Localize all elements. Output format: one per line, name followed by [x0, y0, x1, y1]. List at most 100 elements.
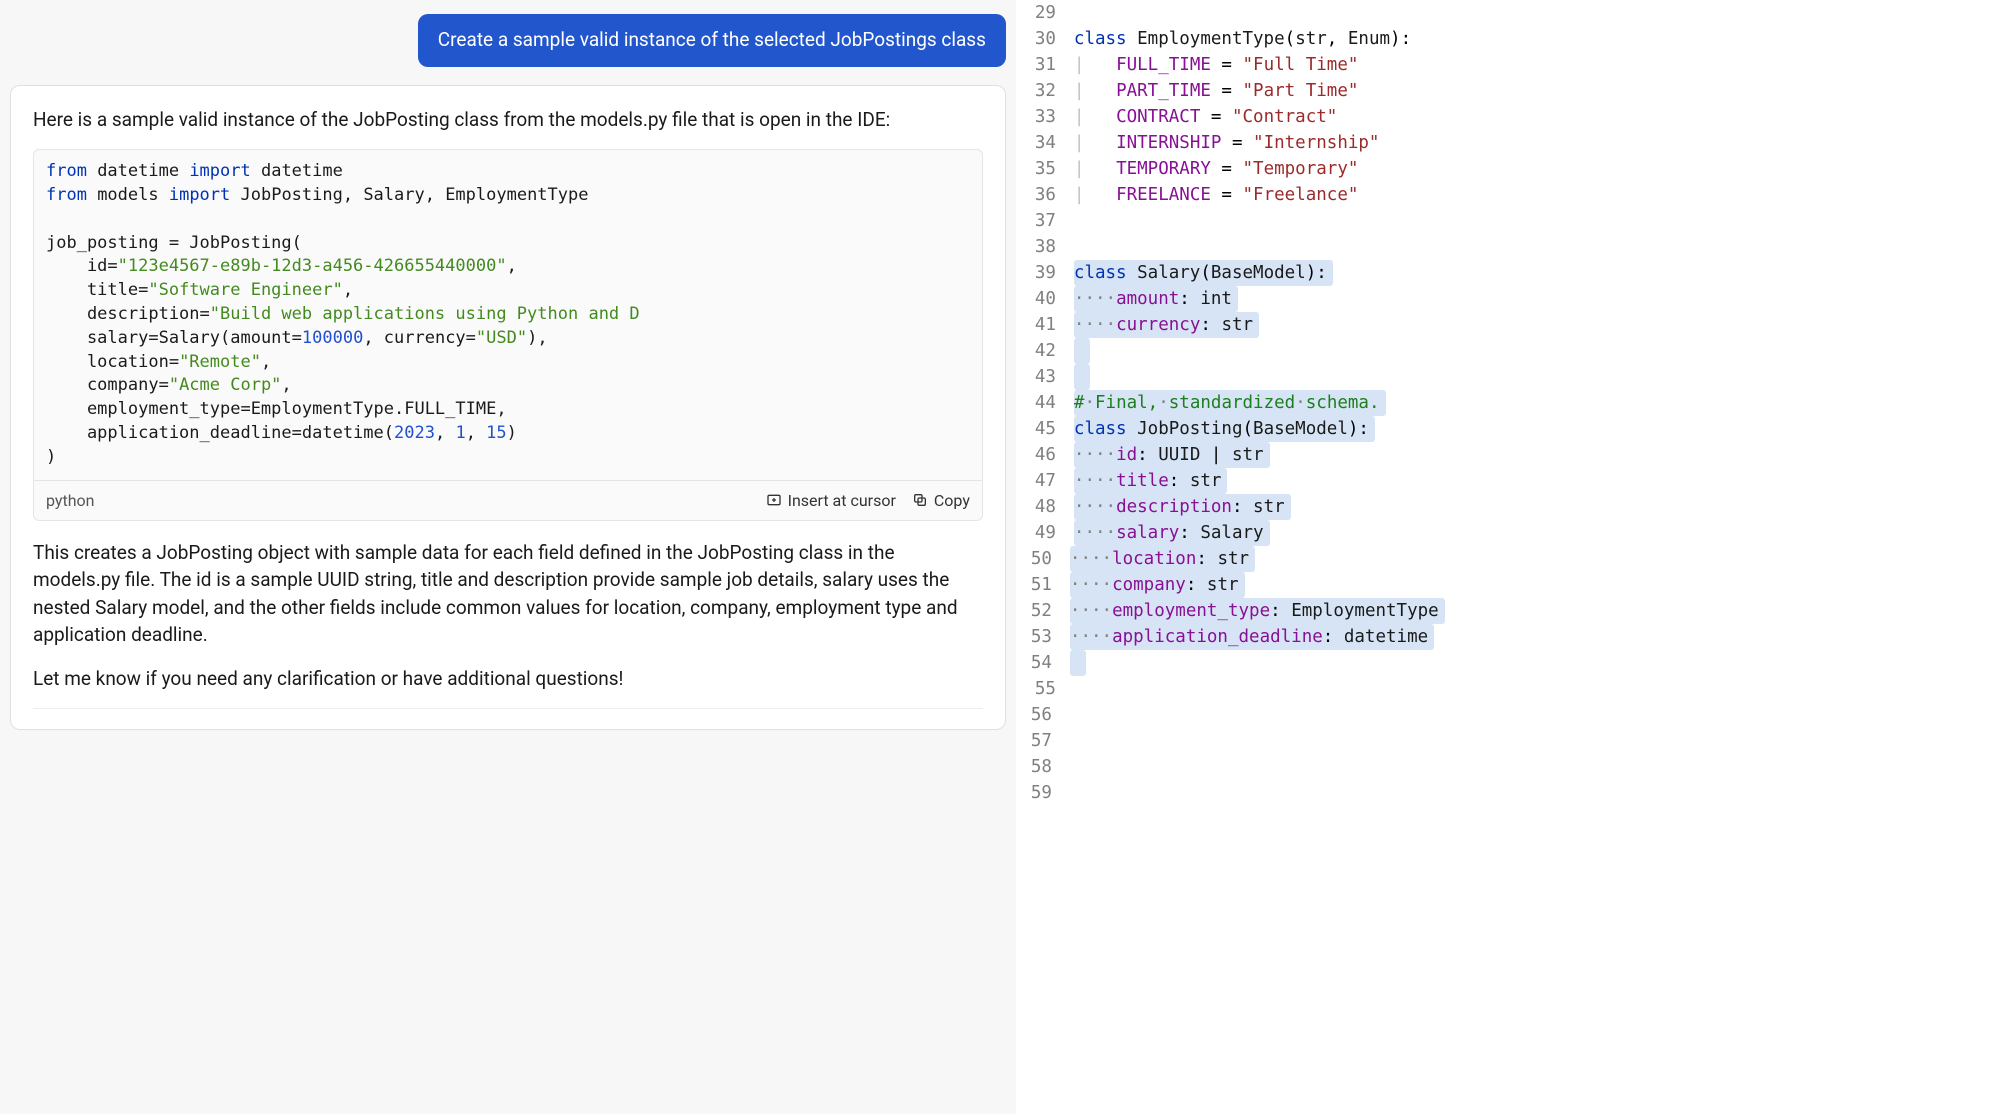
editor-line[interactable]: 45class JobPosting(BaseModel): — [1016, 416, 1992, 442]
editor-line[interactable]: 43 — [1016, 364, 1992, 390]
line-number: 36 — [1016, 182, 1074, 208]
line-content[interactable]: ····id: UUID | str — [1074, 442, 1270, 468]
editor-line[interactable]: 33| CONTRACT = "Contract" — [1016, 104, 1992, 130]
code-editor[interactable]: 2930class EmploymentType(str, Enum):31| … — [1016, 0, 1992, 1114]
editor-line[interactable]: 57 — [1016, 728, 1992, 754]
editor-line[interactable]: 59 — [1016, 780, 1992, 806]
line-content[interactable] — [1074, 338, 1091, 364]
line-content[interactable]: | TEMPORARY = "Temporary" — [1074, 156, 1359, 182]
line-content[interactable]: ····amount: int — [1074, 286, 1238, 312]
response-explanation: This creates a JobPosting object with sa… — [33, 539, 983, 649]
editor-body[interactable]: 2930class EmploymentType(str, Enum):31| … — [1016, 0, 1992, 806]
code-block: from datetime import datetime from model… — [33, 149, 983, 520]
divider — [33, 708, 983, 709]
editor-line[interactable]: 38 — [1016, 234, 1992, 260]
line-number: 45 — [1016, 416, 1074, 442]
line-number: 56 — [1016, 702, 1070, 728]
line-number: 38 — [1016, 234, 1074, 260]
editor-line[interactable]: 54 — [1016, 650, 1992, 676]
editor-line[interactable]: 53····application_deadline: datetime — [1016, 624, 1992, 650]
line-content[interactable]: ····salary: Salary — [1074, 520, 1270, 546]
editor-line[interactable]: 32| PART_TIME = "Part Time" — [1016, 78, 1992, 104]
line-number: 53 — [1016, 624, 1070, 650]
line-number: 48 — [1016, 494, 1074, 520]
line-number: 32 — [1016, 78, 1074, 104]
line-number: 30 — [1016, 26, 1074, 52]
editor-line[interactable]: 55 — [1016, 676, 1992, 702]
line-number: 35 — [1016, 156, 1074, 182]
line-content[interactable]: ····application_deadline: datetime — [1070, 624, 1434, 650]
line-content[interactable]: ····title: str — [1074, 468, 1228, 494]
line-number: 59 — [1016, 780, 1070, 806]
line-content[interactable] — [1074, 364, 1091, 390]
line-number: 49 — [1016, 520, 1074, 546]
chat-panel: Create a sample valid instance of the se… — [0, 0, 1016, 1114]
line-content[interactable]: | FREELANCE = "Freelance" — [1074, 182, 1359, 208]
editor-line[interactable]: 50····location: str — [1016, 546, 1992, 572]
line-content[interactable]: ····currency: str — [1074, 312, 1259, 338]
editor-line[interactable]: 40····amount: int — [1016, 286, 1992, 312]
line-content[interactable]: class JobPosting(BaseModel): — [1074, 416, 1375, 442]
editor-line[interactable]: 51····company: str — [1016, 572, 1992, 598]
line-content[interactable]: | INTERNSHIP = "Internship" — [1074, 130, 1380, 156]
code-content[interactable]: from datetime import datetime from model… — [34, 150, 982, 479]
editor-line[interactable]: 41····currency: str — [1016, 312, 1992, 338]
line-number: 58 — [1016, 754, 1070, 780]
line-content[interactable]: ····employment_type: EmploymentType — [1070, 598, 1445, 624]
assistant-response-card: Here is a sample valid instance of the J… — [10, 85, 1006, 731]
code-language-label: python — [46, 491, 94, 510]
editor-line[interactable]: 29 — [1016, 0, 1992, 26]
line-number: 42 — [1016, 338, 1074, 364]
editor-line[interactable]: 56 — [1016, 702, 1992, 728]
editor-line[interactable]: 35| TEMPORARY = "Temporary" — [1016, 156, 1992, 182]
editor-line[interactable]: 36| FREELANCE = "Freelance" — [1016, 182, 1992, 208]
line-number: 29 — [1016, 0, 1074, 26]
line-number: 57 — [1016, 728, 1070, 754]
editor-line[interactable]: 52····employment_type: EmploymentType — [1016, 598, 1992, 624]
copy-icon — [912, 492, 928, 508]
line-content[interactable]: | FULL_TIME = "Full Time" — [1074, 52, 1359, 78]
response-followup: Let me know if you need any clarificatio… — [33, 665, 983, 693]
line-number: 40 — [1016, 286, 1074, 312]
line-content[interactable]: ····description: str — [1074, 494, 1291, 520]
line-content[interactable]: ····company: str — [1070, 572, 1245, 598]
line-number: 39 — [1016, 260, 1074, 286]
line-number: 31 — [1016, 52, 1074, 78]
line-content[interactable]: #·Final,·standardized·schema. — [1074, 390, 1386, 416]
line-number: 51 — [1016, 572, 1070, 598]
editor-line[interactable]: 39class Salary(BaseModel): — [1016, 260, 1992, 286]
line-content[interactable]: | PART_TIME = "Part Time" — [1074, 78, 1359, 104]
copy-button[interactable]: Copy — [912, 491, 970, 510]
line-number: 33 — [1016, 104, 1074, 130]
insert-label: Insert at cursor — [788, 491, 896, 510]
line-number: 47 — [1016, 468, 1074, 494]
editor-line[interactable]: 47····title: str — [1016, 468, 1992, 494]
line-number: 37 — [1016, 208, 1074, 234]
line-number: 43 — [1016, 364, 1074, 390]
line-number: 55 — [1016, 676, 1074, 702]
line-number: 44 — [1016, 390, 1074, 416]
editor-line[interactable]: 48····description: str — [1016, 494, 1992, 520]
line-number: 46 — [1016, 442, 1074, 468]
editor-line[interactable]: 31| FULL_TIME = "Full Time" — [1016, 52, 1992, 78]
line-content[interactable] — [1070, 650, 1087, 676]
editor-line[interactable]: 49····salary: Salary — [1016, 520, 1992, 546]
editor-line[interactable]: 42 — [1016, 338, 1992, 364]
editor-line[interactable]: 46····id: UUID | str — [1016, 442, 1992, 468]
line-number: 34 — [1016, 130, 1074, 156]
editor-line[interactable]: 58 — [1016, 754, 1992, 780]
insert-at-cursor-button[interactable]: Insert at cursor — [766, 491, 896, 510]
user-message-text: Create a sample valid instance of the se… — [438, 28, 986, 51]
line-content[interactable]: | CONTRACT = "Contract" — [1074, 104, 1337, 130]
editor-line[interactable]: 44#·Final,·standardized·schema. — [1016, 390, 1992, 416]
line-number: 54 — [1016, 650, 1070, 676]
line-content[interactable]: ····location: str — [1070, 546, 1255, 572]
editor-line[interactable]: 30class EmploymentType(str, Enum): — [1016, 26, 1992, 52]
line-content[interactable]: class Salary(BaseModel): — [1074, 260, 1333, 286]
editor-line[interactable]: 37 — [1016, 208, 1992, 234]
editor-line[interactable]: 34| INTERNSHIP = "Internship" — [1016, 130, 1992, 156]
code-footer-actions: Insert at cursor Copy — [766, 491, 970, 510]
line-number: 41 — [1016, 312, 1074, 338]
line-content[interactable]: class EmploymentType(str, Enum): — [1074, 26, 1411, 52]
response-intro: Here is a sample valid instance of the J… — [33, 106, 983, 134]
